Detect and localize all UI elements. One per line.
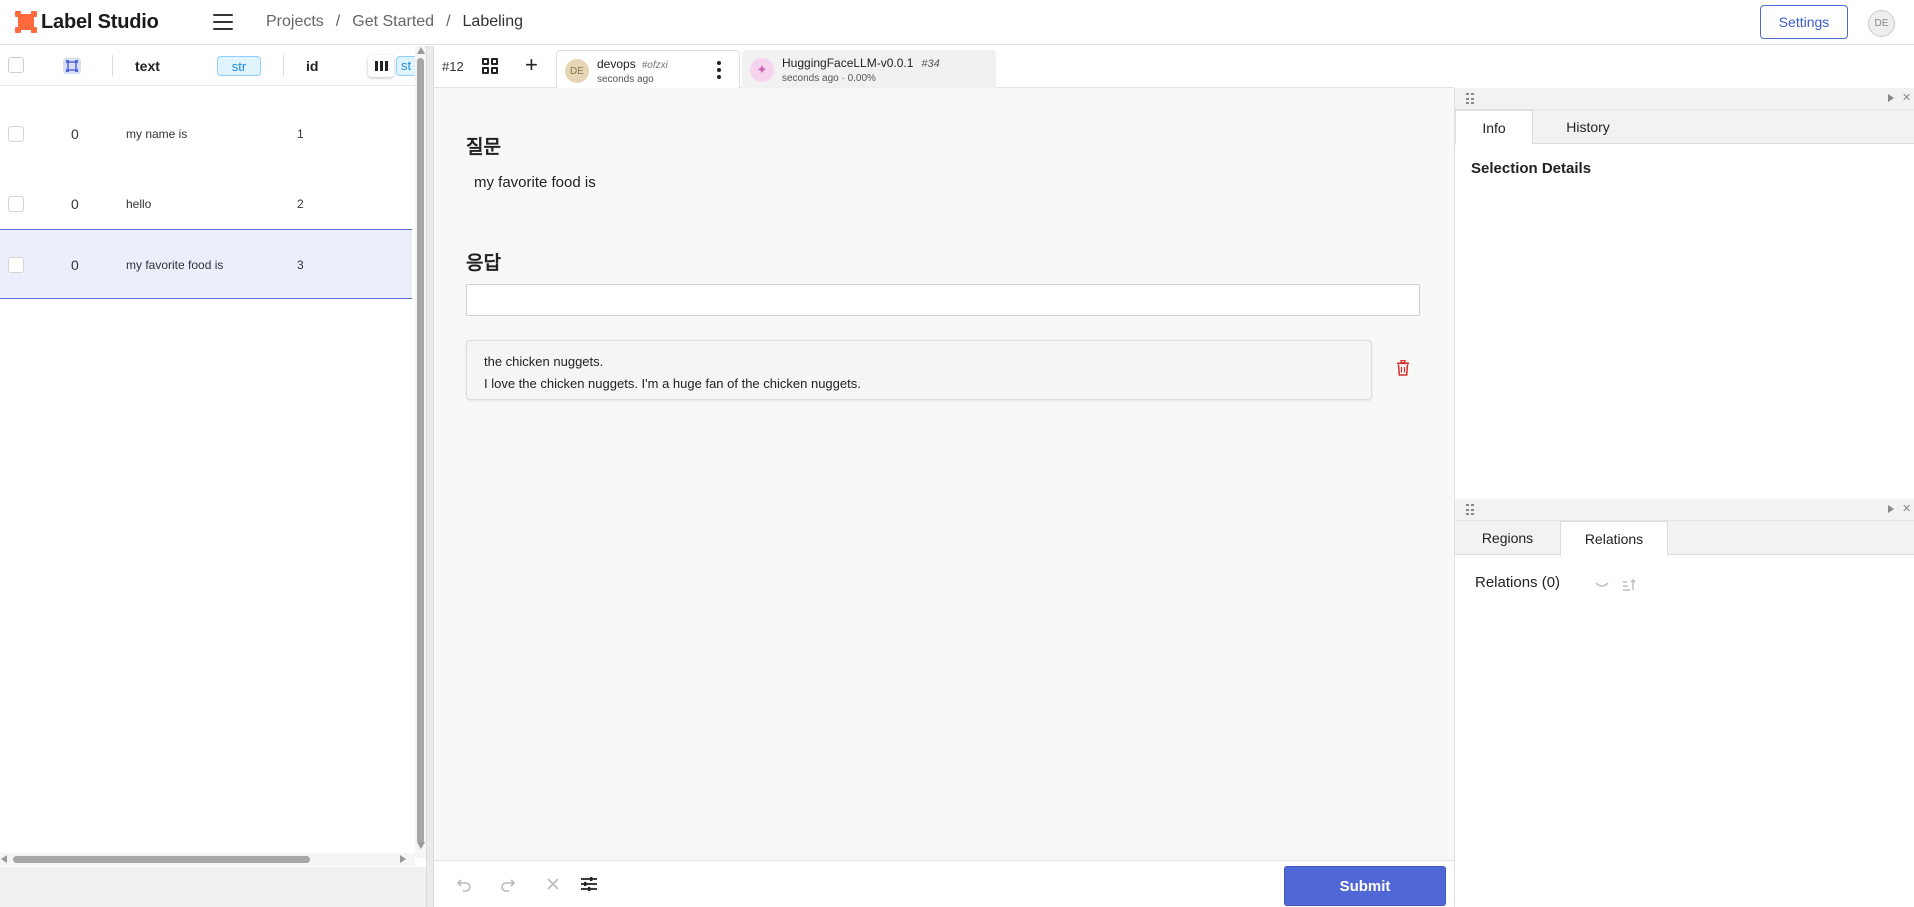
prediction-hash: #34 — [921, 58, 940, 70]
panel-header[interactable]: ✕ — [1455, 499, 1914, 521]
response-line: I love the chicken nuggets. I'm a huge f… — [484, 376, 861, 391]
response-line: the chicken nuggets. — [484, 354, 604, 369]
close-panel-icon[interactable]: ✕ — [1902, 502, 1911, 515]
annotation-tabs-bar: #12 + DE devops #ofzxi seconds ago ✦ Hugg… — [434, 46, 1454, 88]
annotations-column-icon — [63, 58, 81, 74]
info-tabs: Info History — [1455, 110, 1914, 145]
drag-handle-icon[interactable] — [1466, 504, 1474, 516]
data-table-panel: text str id st 0 my name is 1 0 hello 2 … — [0, 46, 427, 907]
tab-relations[interactable]: Relations — [1560, 521, 1668, 556]
breadcrumb-labeling: Labeling — [462, 13, 524, 30]
regions-tabs: Regions Relations — [1455, 521, 1914, 556]
user-avatar[interactable]: DE — [1868, 10, 1895, 37]
breadcrumb-projects[interactable]: Projects — [266, 13, 324, 31]
table-footer — [0, 867, 426, 907]
annotation-tab[interactable]: DE devops #ofzxi seconds ago — [556, 50, 740, 88]
breadcrumb-separator: / — [446, 13, 451, 30]
collapse-arrow-icon[interactable] — [1888, 94, 1894, 102]
submit-button[interactable]: Submit — [1284, 866, 1446, 906]
tab-history[interactable]: History — [1533, 110, 1643, 144]
tab-info[interactable]: Info — [1455, 110, 1533, 145]
side-panels: ✕ Info History Selection Details ✕ Regio… — [1454, 88, 1914, 907]
column-divider[interactable] — [283, 55, 284, 77]
table-header: text str id st — [0, 46, 426, 86]
table-row[interactable]: 0 my name is 1 — [0, 99, 412, 169]
prediction-meta: seconds ago · 0.00% — [782, 73, 876, 84]
tab-regions[interactable]: Regions — [1455, 521, 1560, 555]
bottom-toolbar: Submit — [434, 860, 1454, 907]
prediction-tab[interactable]: ✦ HuggingFaceLLM-v0.0.1 #34 seconds ago ·… — [742, 50, 996, 88]
model-name: HuggingFaceLLM-v0.0.1 — [782, 56, 914, 70]
reset-icon[interactable] — [547, 878, 559, 890]
horizontal-scrollbar[interactable] — [0, 853, 415, 866]
scroll-left-icon[interactable] — [1, 855, 7, 863]
select-all-checkbox[interactable] — [8, 57, 24, 73]
prediction-name-row: HuggingFaceLLM-v0.0.1 #34 — [782, 56, 940, 70]
hide-relations-icon[interactable] — [1595, 580, 1609, 590]
selection-details-title: Selection Details — [1471, 160, 1592, 177]
annotation-time: seconds ago — [597, 74, 654, 85]
text-type-badge: str — [217, 56, 261, 76]
row-text: my name is — [126, 127, 188, 141]
annotation-name-row: devops #ofzxi — [597, 57, 668, 71]
row-checkbox[interactable] — [8, 257, 24, 273]
scroll-right-icon[interactable] — [400, 855, 406, 863]
label-studio-logo-icon — [15, 11, 37, 33]
vertical-scrollbar[interactable] — [415, 46, 426, 858]
vertical-scroll-thumb[interactable] — [417, 58, 424, 844]
redo-icon[interactable] — [500, 876, 516, 892]
logo[interactable]: Label Studio — [15, 11, 195, 34]
annotation-hash: #ofzxi — [641, 60, 668, 71]
more-options-icon[interactable] — [717, 61, 721, 79]
horizontal-scroll-thumb[interactable] — [13, 856, 310, 863]
breadcrumb: Projects / Get Started / Labeling — [266, 13, 523, 31]
response-box[interactable]: the chicken nuggets. I love the chicken … — [466, 340, 1372, 400]
app-name: Label Studio — [41, 10, 159, 33]
annotator-avatar: DE — [565, 59, 589, 83]
grid-view-icon[interactable] — [482, 58, 498, 74]
question-text: my favorite food is — [474, 174, 596, 191]
row-annotation-count: 0 — [71, 196, 79, 212]
row-annotation-count: 0 — [71, 126, 79, 142]
answer-input[interactable] — [466, 284, 1420, 316]
column-divider[interactable] — [112, 55, 113, 77]
breadcrumb-separator: / — [335, 13, 341, 30]
row-id: 3 — [297, 258, 304, 272]
breadcrumb-get-started[interactable]: Get Started — [352, 13, 434, 31]
labeling-area: 질문 my favorite food is 응답 the chicken nu… — [434, 88, 1454, 860]
columns-toggle-button[interactable] — [368, 55, 394, 77]
scroll-up-icon[interactable] — [417, 47, 425, 54]
task-id: #12 — [442, 59, 464, 74]
panel-resize-handle[interactable] — [427, 46, 434, 907]
row-text: my favorite food is — [126, 258, 224, 272]
row-annotation-count: 0 — [71, 257, 79, 273]
column-header-id[interactable]: id — [306, 58, 318, 74]
close-panel-icon[interactable]: ✕ — [1902, 91, 1911, 104]
top-bar: Label Studio Projects / Get Started / La… — [0, 0, 1914, 45]
menu-icon[interactable] — [213, 14, 233, 30]
undo-icon[interactable] — [456, 876, 472, 892]
column-header-text[interactable]: text — [135, 58, 160, 74]
row-checkbox[interactable] — [8, 126, 24, 142]
panel-header[interactable]: ✕ — [1455, 88, 1914, 110]
settings-button[interactable]: Settings — [1760, 5, 1848, 39]
sort-relations-icon[interactable] — [1622, 578, 1636, 592]
row-text: hello — [126, 197, 152, 211]
settings-sliders-icon[interactable] — [580, 875, 598, 893]
relations-count: Relations (0) — [1475, 574, 1561, 591]
drag-handle-icon[interactable] — [1466, 93, 1474, 105]
annotator-name: devops — [597, 57, 636, 71]
row-checkbox[interactable] — [8, 196, 24, 212]
trash-icon[interactable] — [1396, 360, 1410, 376]
row-id: 2 — [297, 197, 304, 211]
sparkle-icon: ✦ — [750, 58, 774, 82]
add-annotation-icon[interactable]: + — [525, 54, 538, 76]
scroll-down-icon[interactable] — [417, 842, 425, 849]
collapse-arrow-icon[interactable] — [1888, 505, 1894, 513]
question-title: 질문 — [466, 137, 501, 158]
answer-title: 응답 — [466, 253, 501, 274]
row-id: 1 — [297, 127, 304, 141]
table-row-selected[interactable]: 0 my favorite food is 3 — [0, 229, 412, 299]
